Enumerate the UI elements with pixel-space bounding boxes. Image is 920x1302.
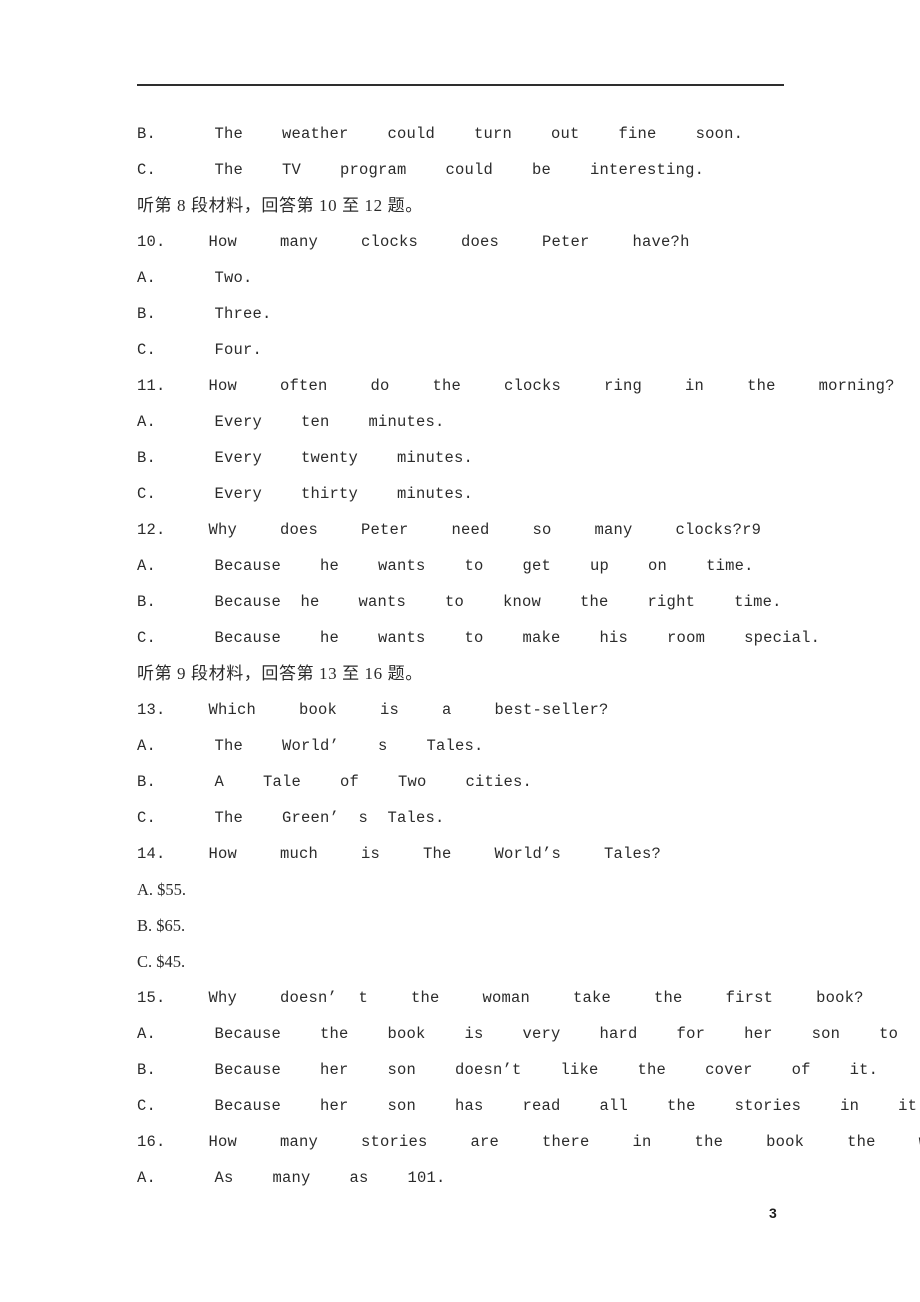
opt-12-c: C. Because he wants to make his room spe… [137,629,821,647]
cn-sec-9: 听第 9 段材料，回答第 13 至 16 题。 [137,664,423,683]
opt-14-b: B. $65. [137,916,186,935]
opt-10-a: A. Two. [137,269,253,287]
header-rule [137,84,784,86]
q-16: 16. How many stories are there in the bo… [137,1133,920,1151]
opt-10-b: B. Three. [137,305,272,323]
opt-13-b: B. A Tale of Two cities. [137,773,533,791]
opt-13-c: C. The Green’ s Tales. [137,809,445,827]
question-list: B. The weather could turn out fine soon.… [137,116,920,1196]
opt-14-c: C. $45. [137,952,186,971]
opt-11-b: B. Every twenty minutes. [137,449,474,467]
opt-10-c: C. Four. [137,341,263,359]
opt-11-c: C. Every thirty minutes. [137,485,474,503]
q-11: 11. How often do the clocks ring in the … [137,377,895,395]
opt-11-a: A. Every ten minutes. [137,413,445,431]
page-number: 3 [769,1205,777,1221]
q-13: 13. Which book is a best-seller? [137,701,609,719]
opt-12-a: A. Because he wants to get up on time. [137,557,754,575]
opt-15-a: A. Because the book is very hard for her… [137,1025,920,1043]
cn-sec-8: 听第 8 段材料，回答第 10 至 12 题。 [137,196,423,215]
q-15: 15. Why doesn’ t the woman take the firs… [137,989,864,1007]
opt-9-b: B. The weather could turn out fine soon. [137,125,744,143]
opt-15-c: C. Because her son has read all the stor… [137,1097,920,1115]
opt-15-b: B. Because her son doesn’t like the cove… [137,1061,879,1079]
opt-12-b: B. Because he wants to know the right ti… [137,593,782,611]
q-14: 14. How much is The World’s Tales? [137,845,662,863]
q-12: 12. Why does Peter need so many clocks?r… [137,521,762,539]
opt-9-c: C. The TV program could be interesting. [137,161,705,179]
opt-13-a: A. The World’ s Tales. [137,737,484,755]
document-page: B. The weather could turn out fine soon.… [0,0,920,1302]
opt-14-a: A. $55. [137,880,187,899]
q-10: 10. How many clocks does Peter have?h [137,233,690,251]
opt-16-a: A. As many as 101. [137,1169,446,1187]
